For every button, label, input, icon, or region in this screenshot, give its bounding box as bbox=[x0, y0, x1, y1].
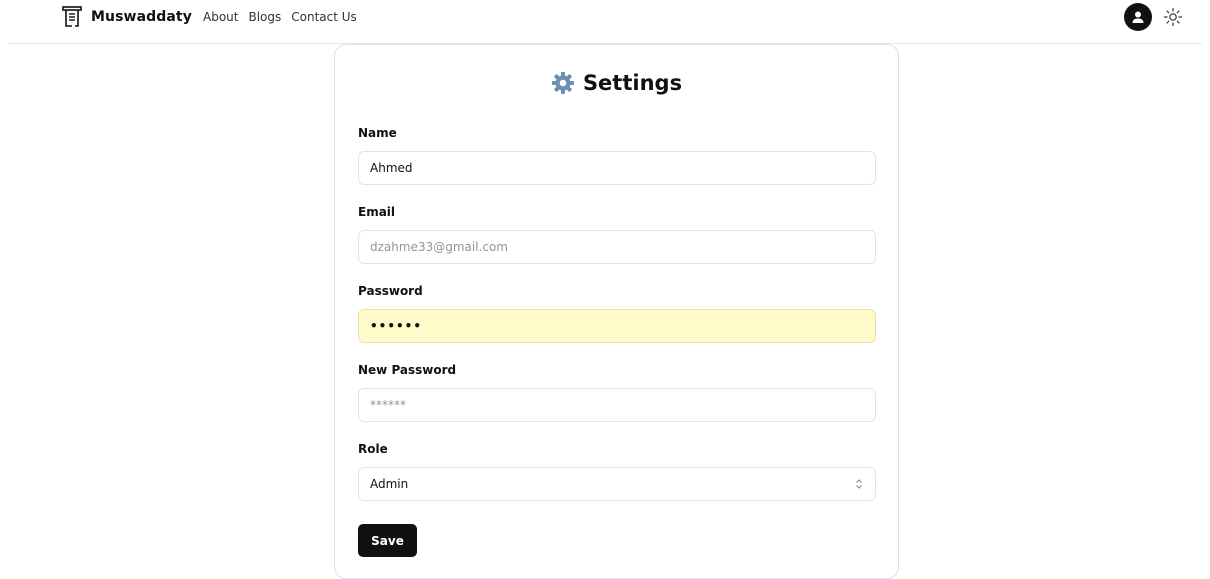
settings-card: Settings Name Email Password New Passwor… bbox=[334, 44, 899, 579]
user-avatar-button[interactable] bbox=[1124, 3, 1152, 31]
email-input[interactable] bbox=[358, 230, 876, 264]
name-label: Name bbox=[358, 126, 397, 140]
chevron-up-down-icon bbox=[856, 479, 862, 489]
role-select-box[interactable]: Admin bbox=[358, 467, 876, 501]
top-navbar: Muswaddaty About Blogs Contact Us bbox=[0, 0, 1210, 36]
nav-link-blogs[interactable]: Blogs bbox=[248, 10, 281, 24]
password-label: Password bbox=[358, 284, 423, 298]
name-input[interactable] bbox=[358, 151, 876, 185]
role-label: Role bbox=[358, 442, 388, 456]
sun-icon[interactable] bbox=[1163, 7, 1183, 27]
user-avatar-icon bbox=[1132, 11, 1144, 23]
gear-icon bbox=[551, 72, 574, 94]
role-selected-value: Admin bbox=[370, 477, 409, 491]
brand[interactable]: Muswaddaty bbox=[62, 6, 192, 28]
new-password-input[interactable] bbox=[358, 388, 876, 422]
nav-link-contact[interactable]: Contact Us bbox=[291, 10, 357, 24]
role-select[interactable]: Admin bbox=[358, 467, 876, 501]
nav-link-about[interactable]: About bbox=[203, 10, 238, 24]
brand-name[interactable]: Muswaddaty bbox=[91, 9, 192, 25]
settings-title: Settings bbox=[582, 71, 683, 95]
nav-links: About Blogs Contact Us bbox=[203, 10, 357, 24]
document-icon bbox=[62, 6, 82, 27]
password-input[interactable] bbox=[358, 309, 876, 343]
new-password-label: New Password bbox=[358, 363, 457, 377]
page-title: Settings bbox=[335, 71, 898, 95]
save-button[interactable]: Save bbox=[358, 524, 417, 557]
email-label: Email bbox=[358, 205, 396, 219]
